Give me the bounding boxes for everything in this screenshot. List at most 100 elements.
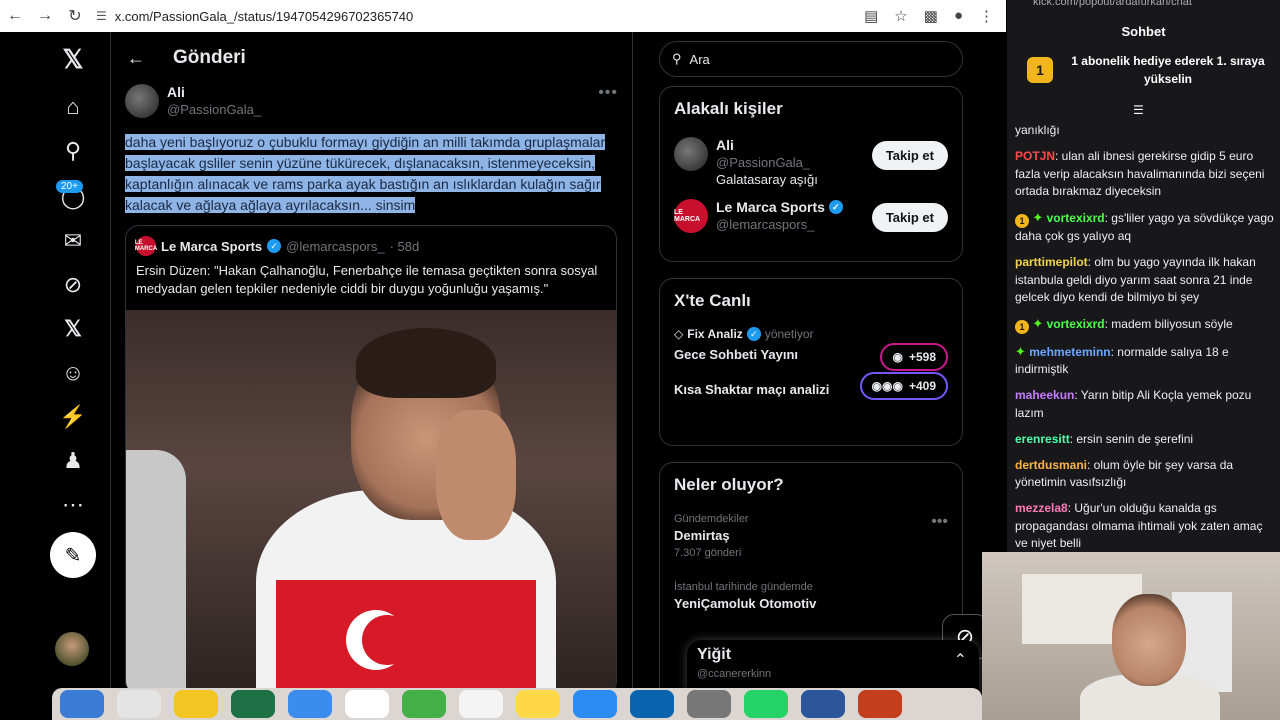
chat-text: : ersin senin de şerefini: [1069, 431, 1194, 446]
profile-person-icon[interactable]: ♟: [58, 446, 88, 476]
trend-name: Demirtaş: [674, 528, 730, 543]
chat-title: Sohbet: [1121, 24, 1166, 39]
chat-username[interactable]: mehmeteminn: [1029, 345, 1110, 359]
gift-leaderboard-banner[interactable]: 1 1 abonelik hediye ederek 1. sıraya yük…: [1015, 52, 1273, 88]
chat-username[interactable]: vortexixrd: [1047, 317, 1105, 331]
photo-crescent-cut: [362, 615, 412, 665]
live-listeners-pill[interactable]: ◉◉◉ +409: [859, 372, 948, 400]
menu-icon[interactable]: ⋮: [979, 7, 994, 25]
chat-username[interactable]: vortexixrd: [1047, 211, 1105, 225]
webcam-overlay: [982, 552, 1280, 720]
chevron-up-icon[interactable]: ⌃: [954, 650, 967, 670]
search-input[interactable]: ⚲ Ara: [659, 41, 963, 77]
reminders-icon[interactable]: [459, 690, 503, 718]
grok-icon[interactable]: ⊘: [58, 270, 88, 300]
browser-toolbar: ← → ↻ ☰ x.com/PassionGala_/status/194705…: [0, 0, 1006, 32]
chat-username[interactable]: dertdusmani: [1015, 458, 1087, 472]
list-item[interactable]: LE MARCA Le Marca Sports ✓ @lemarcaspors…: [660, 193, 962, 239]
card-title: Neler oluyor?: [674, 475, 784, 494]
author-name[interactable]: Ali: [167, 84, 261, 100]
avatar[interactable]: [674, 137, 708, 171]
excel-icon[interactable]: [231, 690, 275, 718]
avatar[interactable]: [125, 84, 159, 118]
collapse-icon[interactable]: ☰: [1133, 103, 1144, 117]
search-placeholder: Ara: [689, 51, 710, 67]
gifter-badge-icon: 1: [1015, 214, 1029, 228]
live-host-role: yönetiyor: [764, 327, 814, 341]
trend-item[interactable]: Gündemdekiler Demirtaş 7.307 gönderi •••: [660, 507, 962, 565]
premium-x-icon[interactable]: 𝕏: [58, 314, 88, 344]
live-host-name: Fix Analiz: [687, 327, 743, 341]
chat-message: maheekun: Yarın bitip Ali Koçla yemek po…: [1015, 387, 1275, 422]
tweet-author[interactable]: Ali @PassionGala_: [125, 84, 261, 118]
verified-orgs-lightning-icon[interactable]: ⚡: [58, 402, 88, 432]
reload-icon[interactable]: ↻: [60, 1, 90, 31]
communities-icon[interactable]: ☺: [58, 358, 88, 388]
outlook-icon[interactable]: [630, 690, 674, 718]
rank-badge: 1: [1027, 57, 1053, 83]
chat-username[interactable]: maheekun: [1015, 388, 1074, 402]
x-logo-icon[interactable]: 𝕏: [58, 44, 88, 74]
trend-meta: İstanbul tarihinde gündemde: [674, 581, 813, 593]
post-header: ← Gönderi: [111, 32, 632, 84]
profile-icon[interactable]: ●: [954, 7, 963, 25]
word-icon[interactable]: [801, 690, 845, 718]
install-icon[interactable]: ▤: [864, 7, 878, 25]
forward-arrow-icon[interactable]: →: [30, 1, 60, 31]
site-info-icon[interactable]: ☰: [96, 9, 107, 23]
photo-player-hand: [436, 410, 516, 540]
chat-username[interactable]: POTJN: [1015, 149, 1055, 163]
app-store-icon[interactable]: [573, 690, 617, 718]
quoted-tweet[interactable]: LE MARCA Le Marca Sports ✓ @lemarcaspors…: [125, 225, 617, 688]
launchpad-icon[interactable]: [117, 690, 161, 718]
card-title: Alakalı kişiler: [674, 99, 783, 118]
back-arrow-icon[interactable]: ←: [0, 1, 30, 31]
mail-icon[interactable]: [288, 690, 332, 718]
person-name: Le Marca Sports: [716, 199, 825, 215]
home-icon[interactable]: ⌂: [58, 92, 88, 122]
live-item[interactable]: ◇ Fix Analiz ✓ yönetiyor Gece Sohbeti Ya…: [660, 323, 962, 372]
search-icon[interactable]: ⚲: [58, 136, 88, 166]
compose-post-button[interactable]: ✎: [50, 532, 96, 578]
whatsapp-icon[interactable]: [744, 690, 788, 718]
chat-username[interactable]: mezzela8: [1015, 501, 1068, 515]
trend-item[interactable]: İstanbul tarihinde gündemde YeniÇamoluk …: [660, 575, 962, 617]
live-listeners-pill[interactable]: ◉ +598: [880, 343, 948, 371]
more-options-icon[interactable]: •••: [598, 84, 618, 102]
chrome-icon[interactable]: [174, 690, 218, 718]
extensions-icon[interactable]: ▩: [924, 7, 938, 25]
account-avatar[interactable]: [55, 632, 89, 666]
settings-icon[interactable]: [687, 690, 731, 718]
address-bar[interactable]: ☰ x.com/PassionGala_/status/194705429670…: [96, 9, 864, 24]
right-sidebar: ⚲ Ara Alakalı kişiler Ali @PassionGala_ …: [633, 32, 1006, 702]
back-arrow-icon[interactable]: ←: [127, 48, 145, 69]
more-circle-icon[interactable]: ⋯: [58, 490, 88, 520]
list-item[interactable]: Ali @PassionGala_ Galatasaray aşığı Taki…: [660, 131, 962, 193]
powerpoint-icon[interactable]: [858, 690, 902, 718]
calendar-icon[interactable]: [345, 690, 389, 718]
selected-text: daha yeni başlıyoruz o çubuklu formayı g…: [125, 134, 606, 213]
follow-button[interactable]: Takip et: [871, 141, 948, 170]
kick-chat-panel: kick.com/popout/ardafurkan/chat Sohbet 1…: [1007, 0, 1280, 552]
chat-username[interactable]: erenresitt: [1015, 432, 1070, 446]
trend-name: YeniÇamoluk Otomotiv: [674, 596, 817, 611]
more-options-icon[interactable]: •••: [931, 513, 948, 531]
author-handle[interactable]: @PassionGala_: [167, 102, 261, 117]
messages-envelope-icon[interactable]: ✉: [58, 226, 88, 256]
quote-photo[interactable]: [126, 310, 616, 688]
maps-icon[interactable]: [402, 690, 446, 718]
chat-message: erenresitt: ersin senin de şerefini: [1015, 431, 1275, 449]
notes-icon[interactable]: [516, 690, 560, 718]
messages-drawer[interactable]: Yiğit @ccanererkinn ⌃: [687, 640, 979, 692]
bookmark-star-icon[interactable]: ☆: [894, 7, 907, 25]
person-bio: Galatasaray aşığı: [716, 172, 818, 187]
lemarca-logo[interactable]: LE MARCA: [674, 199, 708, 233]
follow-button[interactable]: Takip et: [871, 203, 948, 232]
verified-badge-icon: ✓: [267, 239, 282, 253]
chat-username[interactable]: parttimepilot: [1015, 255, 1088, 269]
chat-message: yanıklığı: [1015, 122, 1275, 140]
live-item[interactable]: Kısa Shaktar maçı analizi ◉◉◉ +409: [660, 372, 962, 407]
chat-message: ✦ mehmeteminn: normalde salıya 18 e indi…: [1015, 343, 1275, 379]
quote-text: Ersin Düzen: "Hakan Çalhanoğlu, Fenerbah…: [136, 263, 598, 296]
finder-icon[interactable]: [60, 690, 104, 718]
